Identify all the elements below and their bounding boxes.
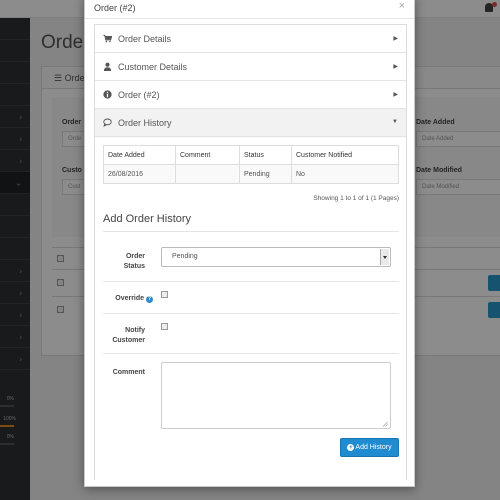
accordion-order[interactable]: Order (#2) ▶ xyxy=(95,81,406,109)
column-header: Date Added xyxy=(103,145,176,165)
cell-status: Pending xyxy=(239,164,292,184)
cell-customer-notified: No xyxy=(291,164,399,184)
history-header-row: Date Added Comment Status Customer Notif… xyxy=(103,145,399,165)
comment-textarea[interactable] xyxy=(161,362,391,429)
divider xyxy=(103,231,399,232)
history-table: Date Added Comment Status Customer Notif… xyxy=(103,145,399,184)
order-status-label: Order Status xyxy=(123,253,145,270)
modal-header: Order (#2) × xyxy=(85,0,414,19)
override-label: Override ? xyxy=(103,294,153,304)
add-history-button[interactable]: + Add History xyxy=(340,438,399,457)
caret-right-icon: ▶ xyxy=(393,36,398,42)
notify-label: Notify Customer xyxy=(112,327,145,344)
add-history-button-label: Add History xyxy=(355,444,392,451)
divider xyxy=(103,281,399,282)
resize-grip-icon[interactable] xyxy=(382,421,388,427)
accordion-label: Order (#2) xyxy=(118,90,160,100)
divider xyxy=(103,313,399,314)
override-label-text: Override xyxy=(115,295,145,302)
modal-body: Order Details ▶ Customer Details ▶ Order… xyxy=(94,24,407,480)
plus-circle-icon: + xyxy=(347,444,355,451)
column-header: Status xyxy=(239,145,292,165)
comment-label: Comment xyxy=(112,369,145,376)
info-icon xyxy=(103,90,112,99)
help-icon[interactable]: ? xyxy=(146,296,153,303)
accordion-label: Order Details xyxy=(118,34,172,44)
accordion-order-details[interactable]: Order Details ▶ xyxy=(95,25,406,53)
column-header: Comment xyxy=(175,145,240,165)
cart-icon xyxy=(103,34,112,43)
column-header: Customer Notified xyxy=(291,145,399,165)
order-modal: Order (#2) × Order Details ▶ Customer De… xyxy=(84,0,415,487)
user-icon xyxy=(103,62,112,71)
caret-right-icon: ▶ xyxy=(393,92,398,98)
table-row: 26/08/2016 Pending No xyxy=(103,164,399,184)
pagination-text: Showing 1 to 1 of 1 (1 Pages) xyxy=(313,195,399,202)
cell-date-added: 26/08/2016 xyxy=(103,164,176,184)
accordion-label: Order History xyxy=(118,118,172,128)
modal-title: Order (#2) xyxy=(94,3,136,13)
accordion-order-history[interactable]: Order History ▼ xyxy=(95,109,406,137)
override-checkbox[interactable] xyxy=(161,291,168,298)
accordion-label: Customer Details xyxy=(118,62,188,72)
add-history-title: Add Order History xyxy=(103,213,192,225)
accordion-customer-details[interactable]: Customer Details ▶ xyxy=(95,53,406,81)
caret-down-icon: ▼ xyxy=(392,119,398,125)
notify-checkbox[interactable] xyxy=(161,323,168,330)
order-history-section: Date Added Comment Status Customer Notif… xyxy=(95,138,406,480)
order-status-value: Pending xyxy=(172,253,198,260)
divider xyxy=(103,353,399,354)
comment-icon xyxy=(103,118,112,127)
caret-right-icon: ▶ xyxy=(393,64,398,70)
select-arrow-icon[interactable] xyxy=(380,249,389,265)
close-icon[interactable]: × xyxy=(399,0,405,12)
order-status-select[interactable]: Pending xyxy=(161,247,391,267)
cell-comment xyxy=(175,164,240,184)
